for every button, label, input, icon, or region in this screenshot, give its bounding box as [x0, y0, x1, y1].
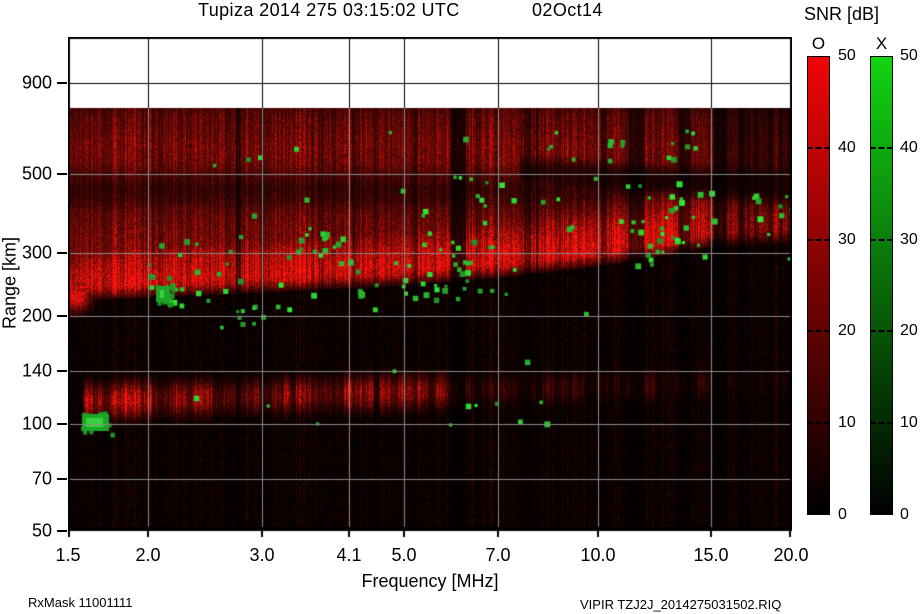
colorbar-tick-dash: [807, 239, 830, 241]
colorbar-tick-label: 0: [900, 506, 909, 523]
plot-date: 02Oct14: [532, 0, 603, 20]
x-tick-label: 4.1: [336, 545, 362, 565]
x-tick-label: 15.0: [693, 545, 729, 565]
x-tick-label: 1.5: [55, 545, 81, 565]
colorbar-tick-label: 40: [838, 139, 856, 156]
y-tick-mark: [57, 252, 67, 254]
plot-title: Tupiza 2014 275 03:15:02 UTC: [198, 0, 460, 20]
y-tick-mark: [57, 173, 67, 175]
colorbar-tick-label: 40: [900, 139, 918, 156]
rxmask-text: RxMask 11001111: [28, 595, 133, 610]
colorbar-title: SNR [dB]: [804, 4, 880, 24]
colorbar-tick-label: 10: [838, 414, 856, 431]
y-tick-label: 500: [21, 163, 52, 184]
colorbar-o-label: O: [811, 34, 826, 53]
colorbar-tick-label: 30: [838, 231, 856, 248]
filename-text: VIPIR TZJ2J_2014275031502.RIQ: [580, 597, 782, 612]
colorbar-tick-dash: [870, 330, 893, 332]
x-tick-label: 5.0: [391, 545, 417, 565]
y-tick-mark: [57, 478, 67, 480]
colorbar-tick-label: 30: [900, 231, 918, 248]
x-tick-label: 2.0: [135, 545, 161, 565]
y-tick-label: 900: [21, 72, 52, 93]
colorbar-tick-dash: [870, 422, 893, 424]
colorbar-tick-dash: [807, 422, 830, 424]
y-tick-label: 50: [31, 520, 52, 541]
colorbar-tick-dash: [870, 147, 893, 149]
colorbar-tick-label: 50: [900, 47, 918, 64]
x-tick-label: 10.0: [580, 545, 616, 565]
y-tick-mark: [57, 370, 67, 372]
y-tick-label: 300: [21, 242, 52, 263]
y-tick-mark: [57, 315, 67, 317]
colorbar-tick-label: 0: [838, 506, 847, 523]
y-tick-label: 70: [31, 468, 52, 489]
ionogram-page: Tupiza 2014 275 03:15:02 UTC 02Oct14 Ran…: [0, 0, 922, 614]
colorbar-tick-label: 10: [900, 414, 918, 431]
colorbar-tick-dash: [807, 147, 830, 149]
ionogram-heatmap: [68, 37, 792, 539]
colorbar-o-gradient: [807, 56, 830, 515]
colorbar-x-label: X: [875, 34, 888, 53]
y-tick-label: 200: [21, 305, 52, 326]
x-tick-label: 20.0: [773, 545, 809, 565]
colorbar-x-gradient: [870, 56, 893, 515]
colorbar-tick-label: 50: [838, 47, 856, 64]
x-tick-label: 7.0: [485, 545, 511, 565]
colorbar-tick-label: 20: [900, 322, 918, 339]
y-tick-mark: [57, 82, 67, 84]
y-tick-label: 100: [21, 413, 52, 434]
x-tick-label: 3.0: [249, 545, 275, 565]
colorbar-tick-label: 20: [838, 322, 856, 339]
x-axis-title: Frequency [MHz]: [361, 571, 499, 591]
y-tick-mark: [57, 423, 67, 425]
colorbar-tick-dash: [807, 330, 830, 332]
y-tick-mark: [57, 530, 67, 532]
colorbar-tick-dash: [870, 239, 893, 241]
y-tick-label: 140: [21, 360, 52, 381]
